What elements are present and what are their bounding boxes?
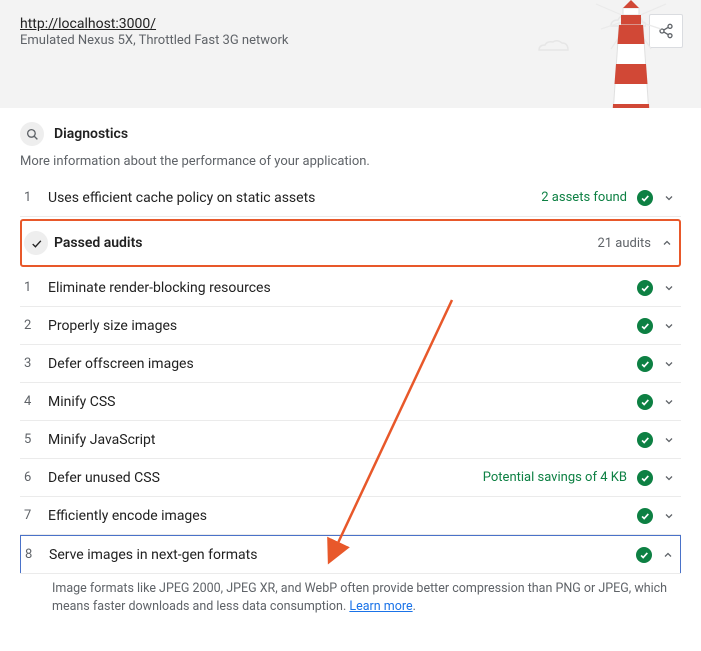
chevron-down-icon[interactable] (663, 396, 675, 408)
status-pass-icon (637, 432, 653, 448)
row-label: Defer unused CSS (48, 470, 483, 486)
learn-more-link[interactable]: Learn more (349, 599, 412, 614)
row-label: Uses efficient cache policy on static as… (48, 190, 541, 206)
row-number: 8 (21, 547, 49, 562)
row-number: 7 (20, 508, 48, 523)
row-number: 5 (20, 432, 48, 447)
status-pass-icon (637, 318, 653, 334)
diagnostics-header: Diagnostics (20, 122, 681, 146)
chevron-down-icon[interactable] (663, 192, 675, 204)
chevron-down-icon[interactable] (663, 358, 675, 370)
row-number: 2 (20, 318, 48, 333)
search-icon (20, 122, 44, 146)
report-header: http://localhost:3000/ Emulated Nexus 5X… (0, 0, 701, 108)
row-number: 4 (20, 394, 48, 409)
passed-audits-count: 21 audits (597, 236, 651, 251)
status-pass-icon (637, 394, 653, 410)
diagnostics-title: Diagnostics (54, 126, 128, 142)
passed-audits-list: 1Eliminate render-blocking resources2Pro… (20, 269, 681, 573)
emulation-info: Emulated Nexus 5X, Throttled Fast 3G net… (20, 33, 681, 48)
passed-audit-row[interactable]: 3Defer offscreen images (20, 345, 681, 383)
row-label: Minify JavaScript (48, 432, 637, 448)
status-pass-icon (637, 280, 653, 296)
passed-audit-row[interactable]: 4Minify CSS (20, 383, 681, 421)
passed-audit-row[interactable]: 7Efficiently encode images (20, 497, 681, 535)
status-pass-icon (637, 470, 653, 486)
chevron-down-icon[interactable] (663, 282, 675, 294)
row-label: Efficiently encode images (48, 508, 637, 524)
report-url[interactable]: http://localhost:3000/ (20, 16, 681, 32)
row-label: Properly size images (48, 318, 637, 334)
row-label: Defer offscreen images (48, 356, 637, 372)
chevron-down-icon[interactable] (663, 434, 675, 446)
diagnostics-desc: More information about the performance o… (20, 154, 681, 169)
row-number: 3 (20, 356, 48, 371)
audit-detail: Image formats like JPEG 2000, JPEG XR, a… (20, 573, 681, 626)
status-pass-icon (637, 508, 653, 524)
share-icon (658, 23, 674, 39)
passed-audit-row[interactable]: 8Serve images in next-gen formats (20, 535, 681, 573)
passed-audit-row[interactable]: 2Properly size images (20, 307, 681, 345)
chevron-down-icon[interactable] (663, 472, 675, 484)
status-pass-icon (637, 190, 653, 206)
row-number: 1 (20, 190, 48, 205)
passed-audit-row[interactable]: 1Eliminate render-blocking resources (20, 269, 681, 307)
row-meta: 2 assets found (541, 190, 627, 205)
row-label: Serve images in next-gen formats (49, 547, 636, 563)
row-meta: Potential savings of 4 KB (483, 470, 627, 485)
diagnostics-row[interactable]: 1 Uses efficient cache policy on static … (20, 179, 681, 217)
passed-audits-title: Passed audits (54, 235, 597, 251)
chevron-up-icon[interactable] (661, 237, 673, 249)
passed-audits-header[interactable]: Passed audits 21 audits (20, 219, 681, 267)
status-pass-icon (637, 356, 653, 372)
row-number: 6 (20, 470, 48, 485)
audit-detail-text: Image formats like JPEG 2000, JPEG XR, a… (52, 580, 671, 616)
chevron-down-icon[interactable] (663, 510, 675, 522)
row-number: 1 (20, 280, 48, 295)
passed-audit-row[interactable]: 5Minify JavaScript (20, 421, 681, 459)
report-content: Diagnostics More information about the p… (0, 108, 701, 646)
passed-audit-row[interactable]: 6Defer unused CSSPotential savings of 4 … (20, 459, 681, 497)
status-pass-icon (636, 547, 652, 563)
share-button[interactable] (649, 14, 683, 48)
chevron-down-icon[interactable] (663, 320, 675, 332)
row-label: Minify CSS (48, 394, 637, 410)
chevron-up-icon[interactable] (662, 549, 674, 561)
row-label: Eliminate render-blocking resources (48, 280, 637, 296)
check-icon (24, 231, 48, 255)
